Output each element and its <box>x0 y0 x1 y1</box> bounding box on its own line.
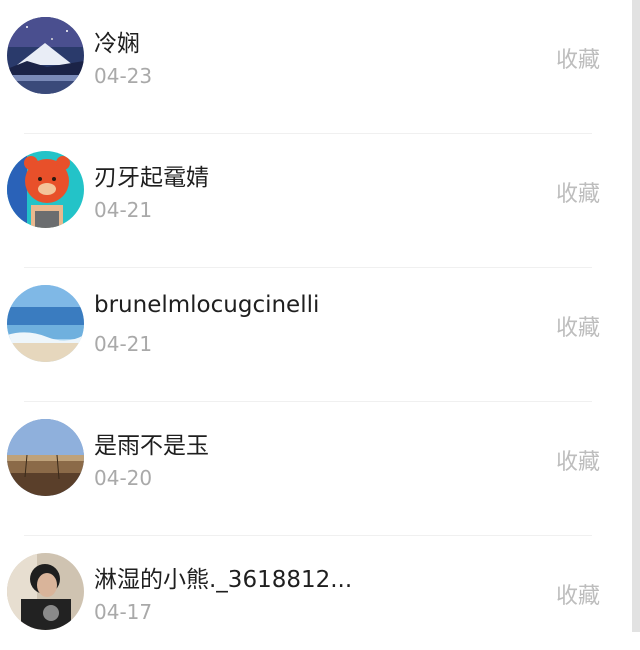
list-item[interactable]: brunelmlocugcinelli 04-21 收藏 <box>0 268 632 402</box>
user-name: 是雨不是玉 <box>94 433 209 459</box>
user-name: 冷娴 <box>94 31 140 57</box>
favorite-button[interactable]: 收藏 <box>556 444 600 476</box>
favorite-button[interactable]: 收藏 <box>556 42 600 74</box>
scrollbar[interactable] <box>632 0 640 632</box>
avatar[interactable] <box>7 553 84 630</box>
user-list: 冷娴 04-23 收藏 刃牙起鼋婧 04-21 收藏 brunelmlocugc… <box>0 0 632 650</box>
user-name: 淋湿的小熊._3618812... <box>94 567 353 593</box>
avatar[interactable] <box>7 285 84 362</box>
avatar-image <box>7 553 84 630</box>
favorite-button[interactable]: 收藏 <box>556 578 600 610</box>
favorites-screen: 冷娴 04-23 收藏 刃牙起鼋婧 04-21 收藏 brunelmlocugc… <box>0 0 640 650</box>
date-label: 04-21 <box>94 198 153 222</box>
avatar[interactable] <box>7 17 84 94</box>
avatar-image <box>7 419 84 496</box>
avatar-image <box>7 17 84 94</box>
avatar-image <box>7 285 84 362</box>
date-label: 04-21 <box>94 332 153 356</box>
user-name: 刃牙起鼋婧 <box>94 165 209 191</box>
user-name: brunelmlocugcinelli <box>94 292 320 318</box>
list-item[interactable]: 刃牙起鼋婧 04-21 收藏 <box>0 134 632 268</box>
date-label: 04-20 <box>94 466 153 490</box>
list-item[interactable]: 冷娴 04-23 收藏 <box>0 0 632 134</box>
list-item[interactable]: 淋湿的小熊._3618812... 04-17 收藏 <box>0 536 632 650</box>
date-label: 04-17 <box>94 600 153 624</box>
favorite-button[interactable]: 收藏 <box>556 176 600 208</box>
favorite-button[interactable]: 收藏 <box>556 310 600 342</box>
list-item[interactable]: 是雨不是玉 04-20 收藏 <box>0 402 632 536</box>
date-label: 04-23 <box>94 64 153 88</box>
avatar-image <box>7 151 84 228</box>
avatar[interactable] <box>7 419 84 496</box>
avatar[interactable] <box>7 151 84 228</box>
